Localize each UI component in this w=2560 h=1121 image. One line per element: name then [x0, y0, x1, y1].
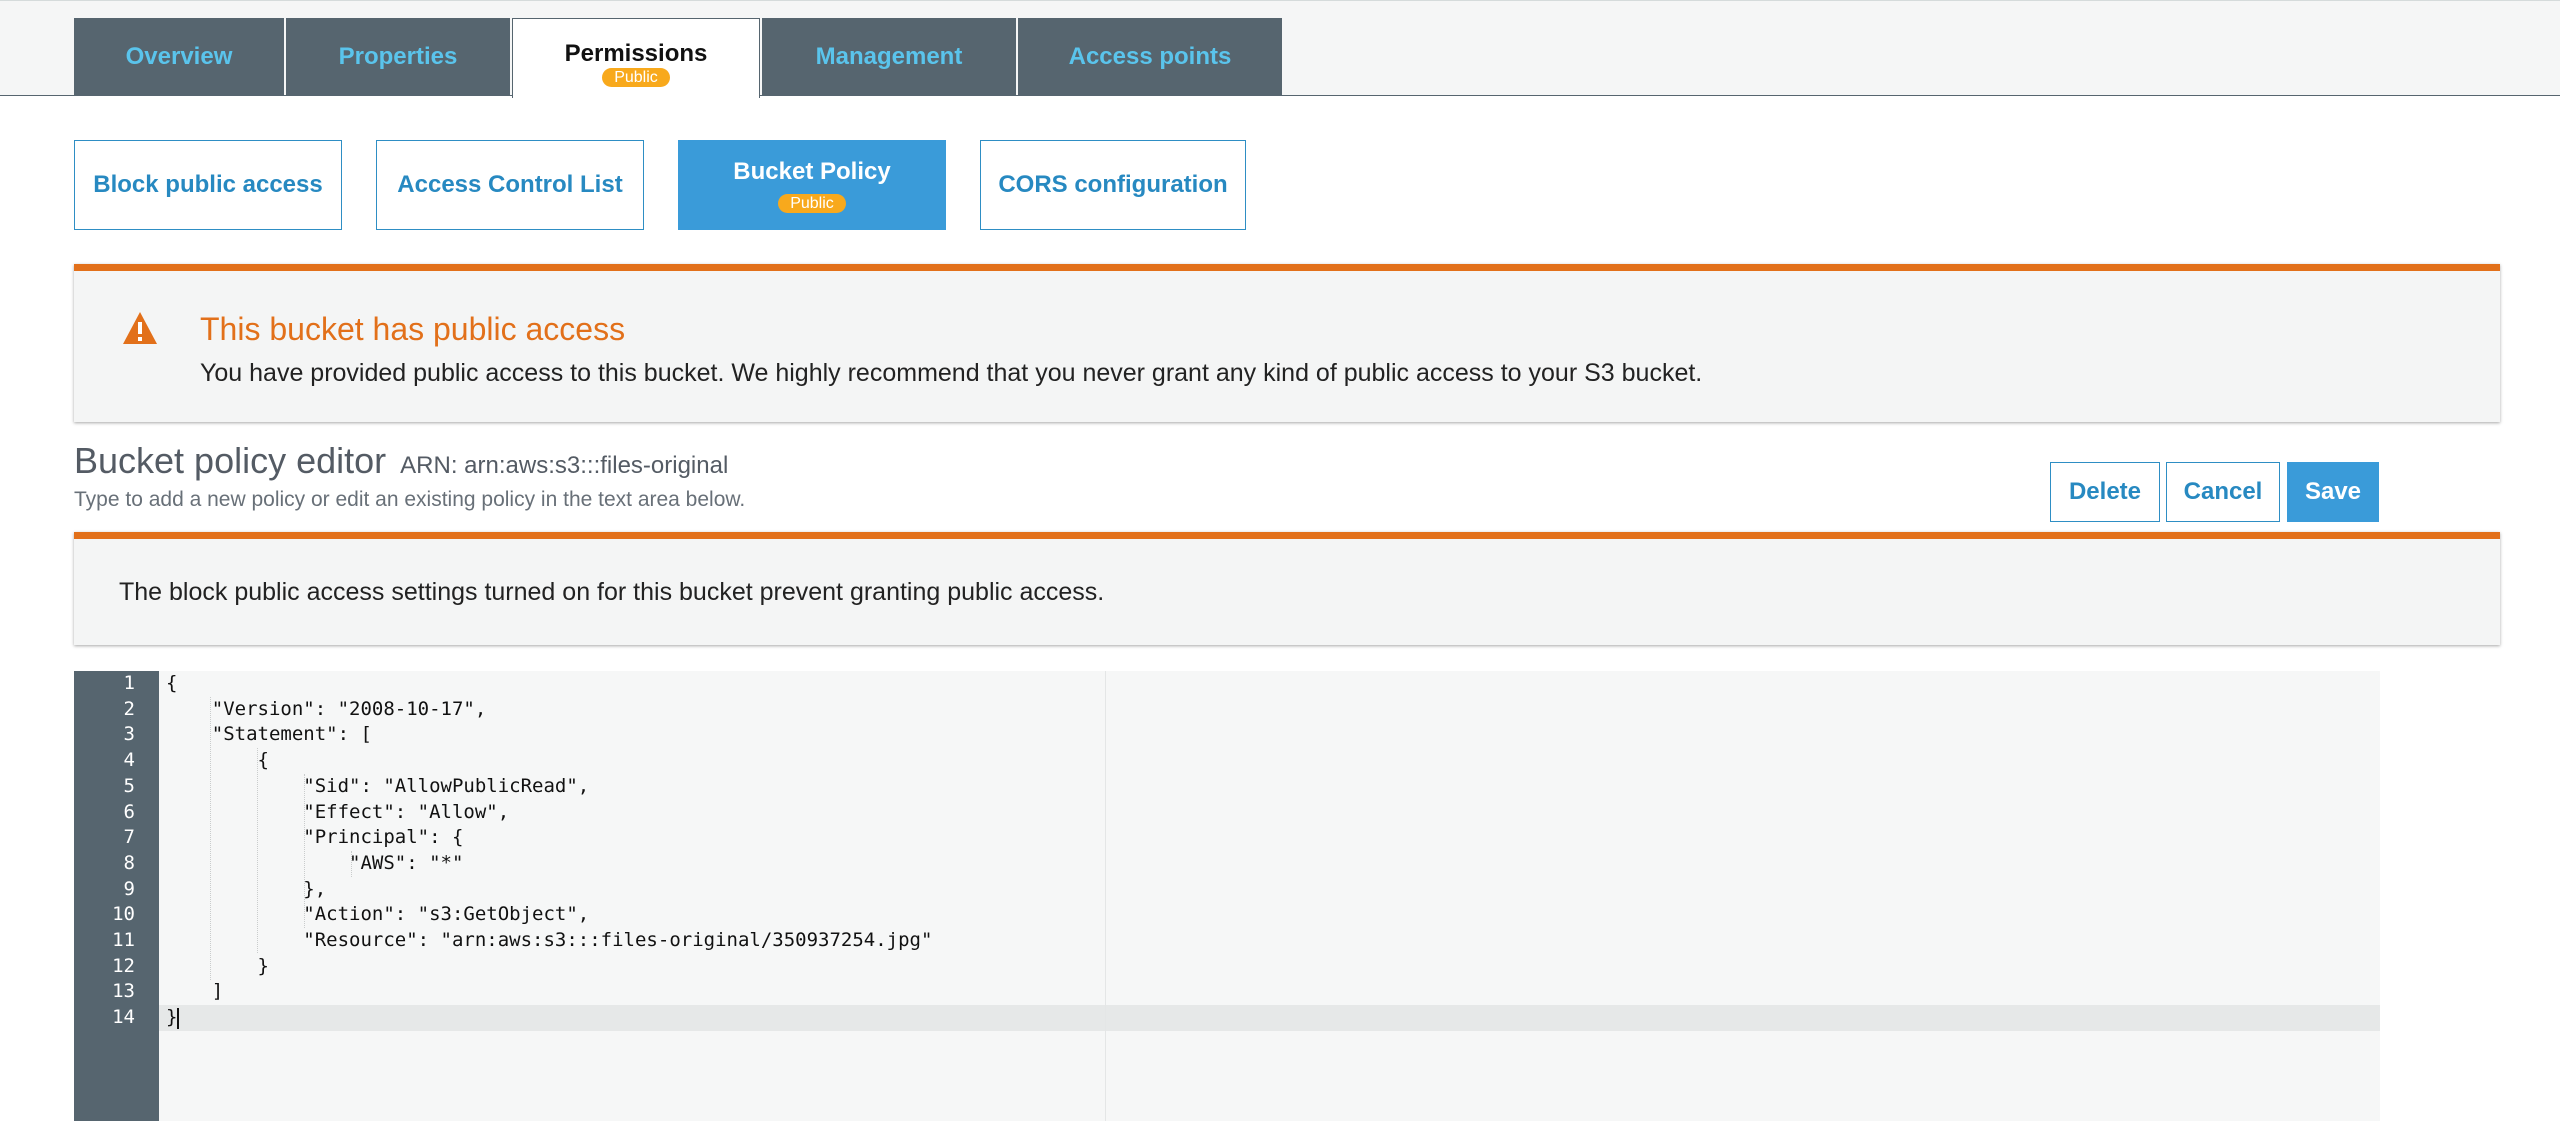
subtab-bucket-policy[interactable]: Bucket Policy Public — [678, 140, 946, 230]
line-number: 6 — [123, 800, 135, 823]
line-number: 5 — [123, 774, 135, 797]
subtab-label: CORS configuration — [998, 171, 1228, 198]
subtab-label: Bucket Policy — [733, 157, 891, 185]
code-line: }, — [166, 877, 327, 900]
tab-label: Permissions — [564, 40, 708, 67]
public-badge: Public — [602, 68, 670, 87]
active-line-highlight — [159, 1005, 2380, 1031]
alert-message: The block public access settings turned … — [119, 578, 1105, 606]
line-number: 3 — [123, 723, 135, 746]
code-line: "Action": "s3:GetObject", — [166, 903, 590, 926]
code-line: } — [166, 1006, 178, 1029]
print-margin — [1105, 671, 1106, 1121]
policy-code-editor[interactable]: 1 2 3 4 5 6 7 8 9 10 11 12 13 14 { "Vers… — [74, 671, 2380, 1121]
page-title: Bucket policy editor — [74, 440, 387, 481]
subtab-label: Access Control List — [397, 171, 623, 198]
line-number-gutter: 1 2 3 4 5 6 7 8 9 10 11 12 13 14 — [74, 671, 159, 1121]
code-line: "Statement": [ — [166, 723, 372, 746]
tab-properties[interactable]: Properties — [286, 18, 510, 96]
tab-overview[interactable]: Overview — [74, 18, 284, 96]
tab-label: Management — [815, 43, 963, 70]
subtab-access-control-list[interactable]: Access Control List — [376, 140, 644, 230]
line-number: 14 — [112, 1006, 135, 1029]
editor-description: Type to add a new policy or edit an exis… — [74, 488, 746, 511]
code-line: "Sid": "AllowPublicRead", — [166, 774, 590, 797]
line-number: 1 — [123, 672, 135, 694]
code-line: "Principal": { — [166, 826, 464, 849]
warning-triangle-icon — [122, 311, 158, 350]
tab-label: Properties — [338, 43, 458, 70]
line-number: 10 — [112, 903, 135, 926]
tab-access-points[interactable]: Access points — [1018, 18, 1282, 96]
tab-management[interactable]: Management — [762, 18, 1016, 96]
tab-permissions[interactable]: Permissions Public — [512, 18, 760, 98]
code-line: } — [166, 954, 269, 977]
tab-label: Access points — [1068, 43, 1232, 70]
bucket-arn: ARN: arn:aws:s3:::files-original — [400, 452, 729, 479]
alert-title: This bucket has public access — [200, 311, 626, 347]
tab-label: Overview — [125, 43, 233, 70]
subtab-block-public-access[interactable]: Block public access — [74, 140, 342, 230]
alert-message: You have provided public access to this … — [200, 359, 1703, 387]
editor-title-row: Bucket policy editor ARN: arn:aws:s3:::f… — [74, 440, 728, 482]
code-line: "Effect": "Allow", — [166, 800, 510, 823]
code-line: { — [166, 672, 178, 694]
code-line: "Version": "2008-10-17", — [166, 697, 487, 720]
line-number: 8 — [123, 851, 135, 874]
top-tab-bar: Overview Properties Permissions Public M… — [0, 0, 2560, 98]
line-number: 4 — [123, 749, 135, 772]
line-number: 13 — [112, 980, 135, 1003]
public-badge: Public — [778, 193, 846, 213]
line-number: 7 — [123, 826, 135, 849]
line-number: 12 — [112, 954, 135, 977]
text-cursor — [177, 1008, 179, 1029]
block-public-access-alert: The block public access settings turned … — [74, 532, 2500, 645]
public-access-alert: This bucket has public access You have p… — [74, 264, 2500, 422]
code-line: "Resource": "arn:aws:s3:::files-original… — [166, 929, 933, 951]
code-line: { — [166, 749, 269, 772]
subtab-label: Block public access — [93, 171, 323, 198]
cancel-button[interactable]: Cancel — [2166, 462, 2280, 522]
save-button[interactable]: Save — [2287, 462, 2379, 522]
line-number: 11 — [112, 929, 135, 951]
code-line: ] — [166, 980, 224, 1003]
line-number: 9 — [123, 877, 135, 900]
code-line: "AWS": "*" — [166, 851, 464, 874]
subtab-cors-configuration[interactable]: CORS configuration — [980, 140, 1246, 230]
line-number: 2 — [123, 697, 135, 720]
delete-button[interactable]: Delete — [2050, 462, 2160, 522]
